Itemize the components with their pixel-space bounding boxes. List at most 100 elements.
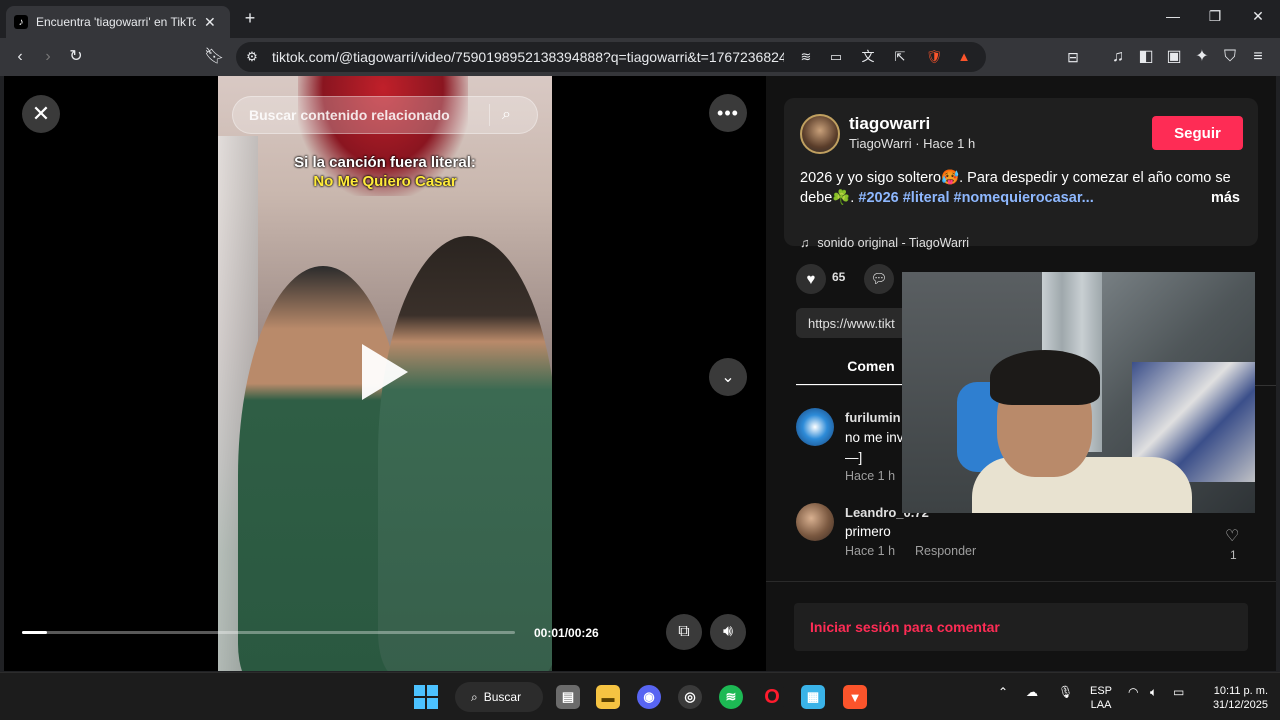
system-clock[interactable]: 10:11 p. m. 31/12/2025 [1200, 684, 1268, 712]
person-right [378, 236, 552, 671]
menu-icon[interactable]: ≡ [1248, 47, 1268, 67]
divider [766, 581, 1276, 582]
reader-mode-icon[interactable]: ≋ [796, 47, 816, 67]
tab-search-icon[interactable]: ⊟ [1063, 47, 1083, 67]
comment-username[interactable]: furilumin [845, 410, 901, 425]
creator-username[interactable]: tiagowarri [849, 114, 930, 134]
like-icon[interactable]: ♥ [796, 264, 826, 294]
comment-like-icon[interactable]: ♡ [1225, 526, 1239, 546]
comment-text: no me inv [845, 430, 904, 445]
new-tab-button[interactable]: + [240, 8, 260, 29]
wallet-icon[interactable]: ▣ [1164, 47, 1184, 67]
onedrive-icon[interactable]: ☁ [1026, 685, 1038, 699]
browser-toolbar: ‹ › ↻ 🔖︎ ⚙ tiktok.com/@tiagowarri/video/… [0, 38, 1280, 76]
play-icon[interactable] [362, 344, 408, 400]
language-indicator[interactable]: ESP LAA [1090, 684, 1112, 712]
discord-icon[interactable]: ◉ [637, 685, 661, 709]
windows-taskbar: ⌕ Buscar ▤ ▬ ◉ ◎ ≋ O ▦ ▼ ⌃ ☁ 🎙︎ ESP LAA … [0, 672, 1280, 720]
wifi-icon[interactable]: ◠ [1128, 685, 1138, 699]
volume-button[interactable]: 🔊︎ [710, 614, 746, 650]
spotify-icon[interactable]: ≋ [719, 685, 743, 709]
floating-player-button[interactable]: ⧉ [666, 614, 702, 650]
see-more-link[interactable]: más [1211, 188, 1240, 208]
sound-label: sonido original - TiagoWarri [817, 236, 970, 250]
hashtag-literal[interactable]: #literal [903, 190, 950, 206]
music-note-icon: ♫ [800, 236, 810, 250]
comment-avatar[interactable] [796, 503, 834, 541]
tiktok-favicon-icon: ♪ [14, 15, 28, 29]
file-explorer-icon[interactable]: ▬ [596, 685, 620, 709]
close-video-button[interactable]: ✕ [22, 95, 60, 133]
webcam-shirt [972, 457, 1192, 513]
comment-time: Hace 1 h [845, 544, 896, 558]
clock-time: 10:11 p. m. [1213, 685, 1268, 697]
browser-tab[interactable]: ♪ Encuentra 'tiagowarri' en TikTok ✕ [6, 6, 230, 38]
hashtag-2026[interactable]: #2026 [858, 190, 898, 206]
login-to-comment-button[interactable]: Iniciar sesión para comentar [794, 603, 1248, 651]
video-area[interactable]: ✕ Buscar contenido relacionado ⌕ ••• Si … [4, 76, 766, 671]
battery-icon[interactable]: ▭ [1173, 685, 1184, 699]
browser-tab-bar: ♪ Encuentra 'tiagowarri' en TikTok ✕ + —… [0, 0, 1280, 38]
maximize-button[interactable]: ❐ [1205, 8, 1225, 25]
more-options-button[interactable]: ••• [709, 94, 747, 132]
volume-icon[interactable]: 🔈︎ [1150, 685, 1157, 700]
creator-avatar[interactable] [800, 114, 840, 154]
hashtag-nomequierocasar[interactable]: #nomequierocasar... [954, 190, 1094, 206]
close-tab-icon[interactable]: ✕ [204, 14, 216, 31]
translate-icon[interactable]: 文 [858, 47, 878, 67]
search-divider [489, 104, 490, 126]
brave-rewards-icon[interactable]: ▲ [954, 47, 974, 67]
search-icon: ⌕ [471, 689, 478, 704]
search-icon[interactable]: ⌕ [502, 106, 511, 124]
minimize-button[interactable]: — [1163, 8, 1183, 24]
start-icon[interactable] [414, 685, 438, 709]
next-video-button[interactable]: ⌄ [709, 358, 747, 396]
media-icon[interactable]: ♫ [1108, 47, 1128, 67]
video-progress-fill [22, 631, 47, 634]
vpn-icon[interactable]: ⛉ [1220, 47, 1240, 67]
bookmark-icon[interactable]: 🔖︎ [204, 47, 224, 67]
comment-icon[interactable]: 💬︎ [864, 264, 894, 294]
cast-icon[interactable]: ▭ [826, 47, 846, 67]
brave-icon[interactable]: ▼ [843, 685, 867, 709]
close-window-button[interactable]: ✕ [1248, 8, 1268, 25]
microphone-icon[interactable]: 🎙︎ [1058, 685, 1073, 699]
leo-ai-icon[interactable]: ✦ [1192, 47, 1212, 67]
show-hidden-icons[interactable]: ⌃ [998, 685, 1008, 699]
sidebar-icon[interactable]: ◧ [1136, 47, 1156, 67]
share-icon[interactable]: ⇱ [890, 47, 910, 67]
comment-avatar[interactable] [796, 408, 834, 446]
post-description: 2026 y yo sigo soltero🥵. Para despedir y… [800, 168, 1250, 208]
task-view-icon[interactable]: ▤ [556, 685, 580, 709]
opera-icon[interactable]: O [760, 685, 784, 709]
chrome-icon[interactable]: ◎ [678, 685, 702, 709]
reply-button[interactable]: Responder [915, 544, 976, 558]
search-placeholder: Buscar contenido relacionado [249, 107, 450, 123]
follow-button[interactable]: Seguir [1152, 116, 1243, 150]
video-caption-line1: Si la canción fuera literal: [294, 154, 476, 171]
sound-link[interactable]: ♫ sonido original - TiagoWarri [800, 236, 969, 250]
keyboard-layout: LAA [1090, 699, 1112, 711]
comment-like-count: 1 [1230, 548, 1237, 562]
notepad-icon[interactable]: ▦ [801, 685, 825, 709]
creator-subline: TiagoWarri · Hace 1 h [849, 136, 976, 151]
webcam-overlay [902, 272, 1255, 513]
forward-icon[interactable]: › [38, 47, 58, 67]
taskbar-search[interactable]: ⌕ Buscar [455, 682, 543, 712]
video-progress-bar[interactable] [22, 631, 515, 634]
video-time: 00:01/00:26 [534, 626, 599, 640]
related-search-input[interactable]: Buscar contenido relacionado ⌕ [232, 96, 538, 134]
post-info-card: tiagowarri TiagoWarri · Hace 1 h Seguir … [784, 98, 1258, 250]
tab-comments[interactable]: Comen [796, 358, 906, 384]
comment-time: Hace 1 h [845, 469, 896, 483]
reload-icon[interactable]: ↻ [66, 47, 86, 67]
comment-text: primero [845, 524, 891, 539]
language-code: ESP [1090, 685, 1113, 697]
taskbar-search-label: Buscar [483, 690, 522, 704]
site-settings-icon[interactable]: ⚙ [242, 47, 262, 67]
address-bar[interactable]: ⚙ tiktok.com/@tiagowarri/video/759019895… [236, 42, 986, 72]
back-icon[interactable]: ‹ [10, 47, 30, 67]
brave-shields-icon[interactable]: 🛡︎ [924, 47, 944, 67]
clock-date: 31/12/2025 [1212, 699, 1268, 711]
video-caption-line2: No Me Quiero Casar [313, 173, 457, 190]
